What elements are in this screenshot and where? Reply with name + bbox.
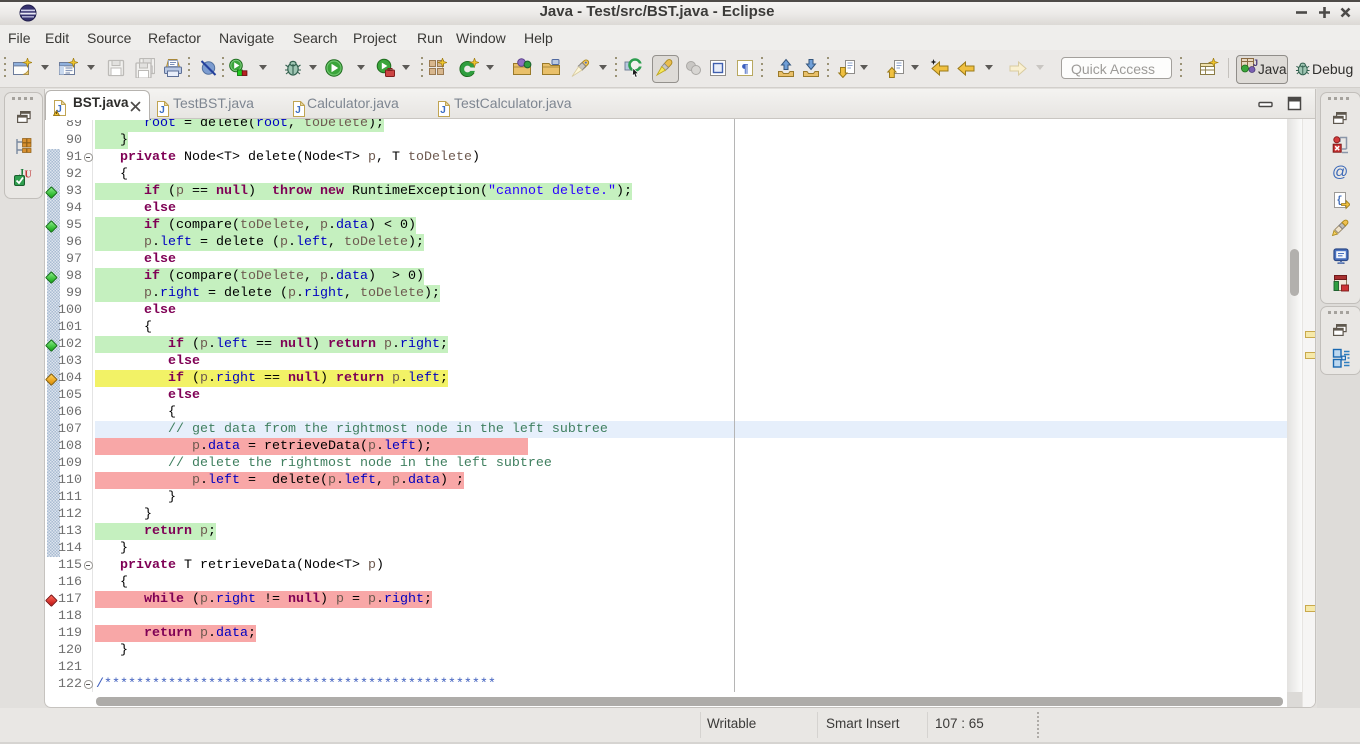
svg-text:U: U [25, 170, 32, 181]
svg-text:J: J [159, 105, 165, 116]
svg-text:J: J [295, 105, 301, 116]
svg-text:J: J [440, 105, 446, 116]
svg-text:¶: ¶ [741, 61, 748, 76]
